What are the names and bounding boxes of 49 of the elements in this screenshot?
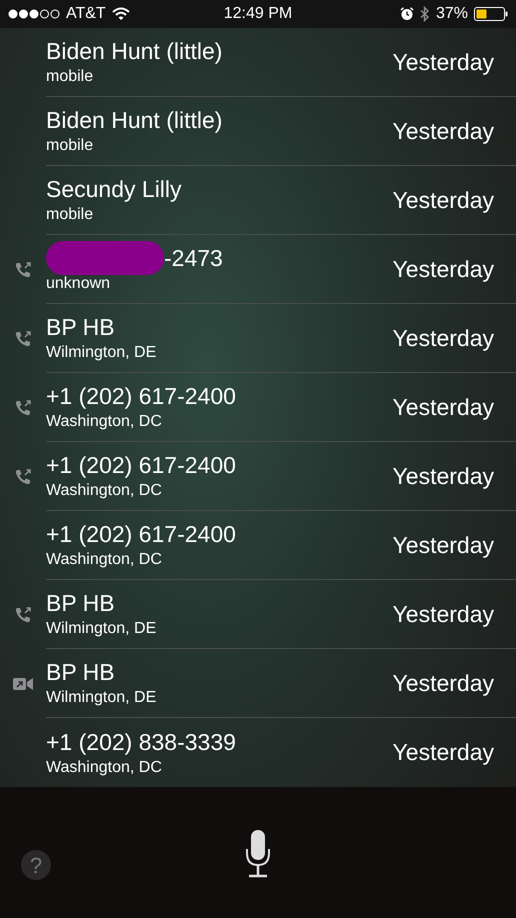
caller-name: +1 (202) 617-2400 [46, 382, 236, 411]
caller-name: +1 (202) 838-3339 [46, 728, 236, 756]
caller-name: -2473 [164, 244, 223, 273]
caller-detail: Washington, DC [46, 758, 163, 778]
caller-name: BP HB [46, 313, 115, 342]
caller-detail: Washington, DC [46, 412, 163, 432]
phone-icon [13, 328, 33, 348]
caller-name: Biden Hunt (little) [46, 37, 222, 66]
call-time: Yesterday [392, 462, 494, 491]
phone-icon [13, 466, 33, 486]
wifi-icon [112, 7, 130, 21]
caller-name: +1 (202) 617-2400 [46, 520, 236, 549]
call-time: Yesterday [392, 116, 494, 146]
caller-name: Secundy Lilly [46, 175, 182, 204]
caller-detail: Washington, DC [46, 481, 163, 501]
call-time: Yesterday [392, 48, 494, 77]
caller-detail: unknown [46, 274, 112, 294]
caller-detail: Washington, DC [46, 550, 163, 570]
call-time: Yesterday [392, 392, 494, 422]
caller-detail: Wilmington, DE [46, 688, 158, 708]
battery-icon [474, 6, 508, 22]
call-time: Yesterday [392, 668, 494, 698]
bluetooth-icon [420, 6, 430, 22]
caller-detail: Wilmington, DE [46, 343, 158, 363]
call-time: Yesterday [392, 530, 494, 560]
caller-detail: mobile [46, 67, 94, 87]
microphone-icon[interactable] [245, 829, 271, 879]
caller-detail: mobile [46, 136, 94, 156]
signal-strength-icon [8, 9, 60, 19]
caller-name: BP HB [46, 658, 115, 687]
call-time: Yesterday [392, 324, 494, 353]
caller-name: BP HB [46, 589, 115, 618]
call-time: Yesterday [392, 738, 494, 768]
clock-time: 12:49 PM [224, 4, 292, 24]
caller-detail: mobile [46, 205, 94, 225]
phone-icon [13, 604, 33, 624]
alarm-clock-icon [400, 7, 414, 21]
call-time: Yesterday [392, 600, 494, 629]
call-time: Yesterday [392, 186, 494, 215]
caller-name: Biden Hunt (little) [46, 106, 222, 135]
call-time: Yesterday [392, 254, 494, 284]
phone-icon [13, 398, 33, 418]
carrier-name: AT&T [66, 4, 106, 24]
caller-detail: Wilmington, DE [46, 619, 158, 639]
caller-name: +1 (202) 617-2400 [46, 451, 236, 480]
battery-percent: 37% [436, 4, 468, 24]
phone-icon [13, 260, 33, 280]
help-button[interactable]: ? [21, 850, 51, 880]
video-camera-icon [12, 676, 34, 692]
